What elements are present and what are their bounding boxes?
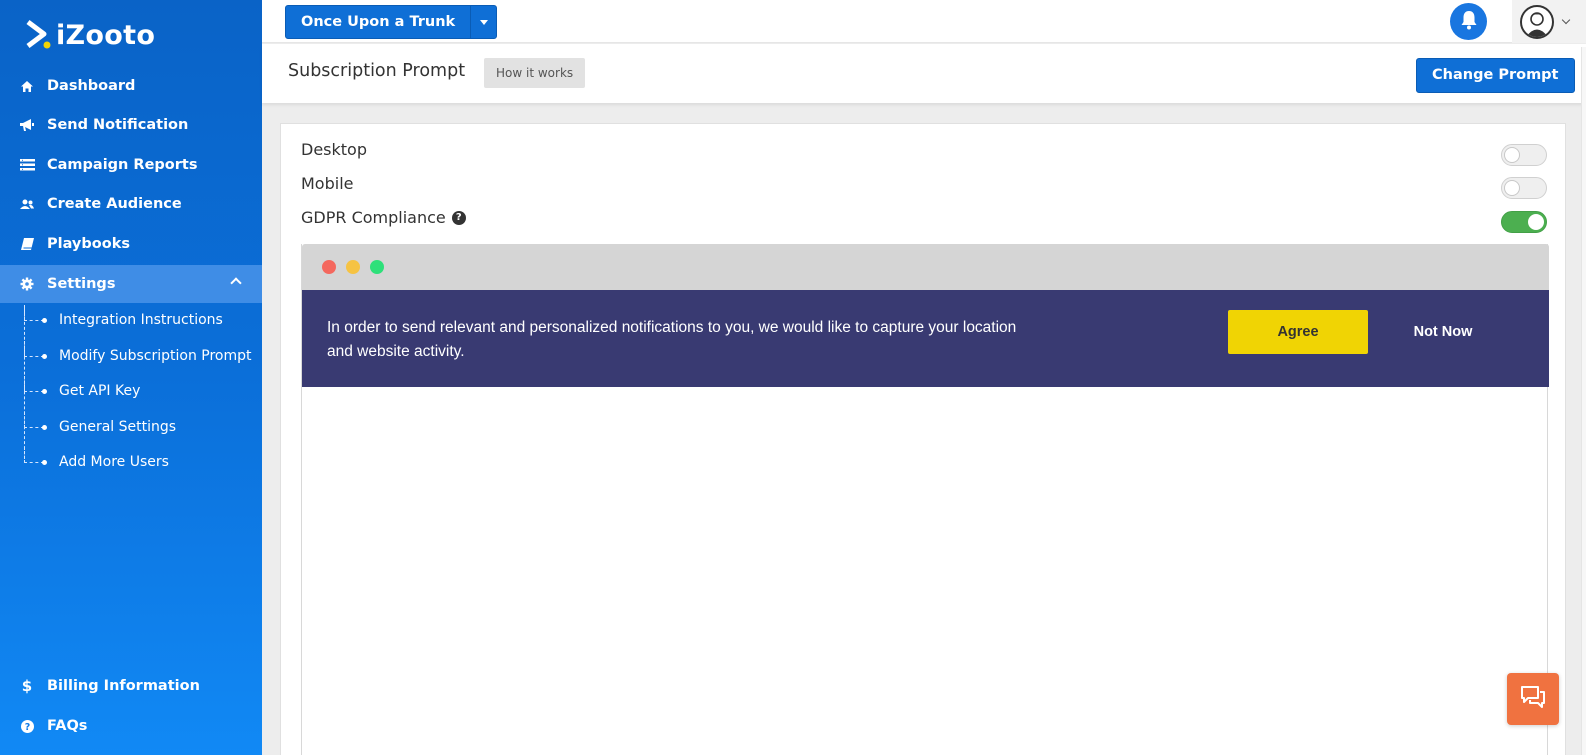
submenu-item-add-more-users[interactable]: Add More Users: [24, 447, 169, 477]
prompt-preview: In order to send relevant and personaliz…: [301, 244, 1549, 755]
avatar[interactable]: [1520, 4, 1554, 39]
sidebar-item-settings[interactable]: Settings: [0, 265, 262, 303]
question-icon: ?: [19, 718, 35, 734]
change-prompt-button[interactable]: Change Prompt: [1416, 58, 1575, 93]
desktop-label: Desktop: [301, 140, 367, 159]
sidebar: iZooto Dashboard Send Notification Campa…: [0, 0, 262, 755]
gdpr-prompt-bar: In order to send relevant and personaliz…: [302, 290, 1549, 387]
toggle-knob: [1504, 147, 1520, 163]
sidebar-item-label: FAQs: [47, 718, 88, 734]
sidebar-item-label: Create Audience: [47, 196, 182, 212]
submenu-item-modify-subscription-prompt[interactable]: Modify Subscription Prompt: [24, 341, 252, 371]
submenu-item-label: Get API Key: [59, 383, 141, 399]
how-it-works-button[interactable]: How it works: [484, 58, 586, 88]
sidebar-item-create-audience[interactable]: Create Audience: [0, 185, 262, 223]
submenu-item-label: General Settings: [59, 419, 177, 435]
toggle-knob: [1504, 180, 1520, 196]
izooto-logo-icon: [26, 20, 51, 50]
site-name[interactable]: Once Upon a Trunk: [286, 6, 470, 38]
dollar-icon: $: [21, 677, 33, 695]
help-icon[interactable]: ?: [451, 210, 466, 225]
logo[interactable]: iZooto: [26, 18, 155, 52]
sidebar-item-label: Send Notification: [47, 117, 189, 133]
sidebar-item-send-notification[interactable]: Send Notification: [0, 106, 262, 144]
agree-button[interactable]: Agree: [1228, 310, 1368, 354]
minimize-dot-icon: [346, 260, 360, 274]
submenu-item-integration-instructions[interactable]: Integration Instructions: [24, 305, 223, 335]
prompt-message: In order to send relevant and personaliz…: [327, 319, 1017, 360]
not-now-button[interactable]: Not Now: [1398, 310, 1488, 354]
subscription-prompt-panel: Desktop Mobile GDPR Compliance ? In orde…: [280, 123, 1566, 755]
sidebar-item-label: Billing Information: [47, 678, 200, 694]
site-selector[interactable]: Once Upon a Trunk: [285, 5, 498, 39]
scrollbar-track[interactable]: [1581, 47, 1586, 755]
mobile-label: Mobile: [301, 174, 354, 193]
sidebar-item-campaign-reports[interactable]: Campaign Reports: [0, 146, 262, 184]
chevron-down-icon: [1561, 15, 1571, 24]
brand-name: iZooto: [56, 19, 156, 51]
toggle-knob: [1528, 214, 1544, 230]
sidebar-item-playbooks[interactable]: Playbooks: [0, 225, 262, 263]
users-icon: [19, 196, 35, 212]
user-menu[interactable]: [1512, 0, 1586, 43]
chevron-up-icon: [230, 277, 242, 289]
submenu-item-label: Integration Instructions: [59, 312, 223, 328]
submenu-item-get-api-key[interactable]: Get API Key: [24, 376, 140, 406]
gdpr-row: GDPR Compliance ?: [301, 208, 466, 227]
desktop-toggle[interactable]: [1501, 144, 1547, 166]
submenu-item-label: Modify Subscription Prompt: [59, 348, 252, 364]
maximize-dot-icon: [370, 260, 384, 274]
megaphone-icon: [19, 117, 35, 133]
svg-text:?: ?: [24, 722, 30, 733]
home-icon: [19, 78, 35, 94]
bell-icon: [1460, 10, 1478, 34]
submenu-item-label: Add More Users: [59, 454, 169, 470]
sidebar-item-faqs[interactable]: ? FAQs: [0, 707, 262, 745]
notification-bell-button[interactable]: [1450, 3, 1487, 40]
caret-down-icon: [479, 19, 488, 25]
sidebar-item-label: Dashboard: [47, 78, 136, 94]
chat-icon: [1520, 685, 1546, 713]
browser-chrome: [302, 244, 1549, 290]
submenu-item-general-settings[interactable]: General Settings: [24, 412, 176, 442]
sidebar-item-dashboard[interactable]: Dashboard: [0, 67, 262, 105]
top-bar: Once Upon a Trunk: [262, 0, 1586, 43]
book-icon: [19, 236, 35, 252]
sidebar-item-label: Campaign Reports: [47, 157, 198, 173]
page-title: Subscription Prompt: [288, 61, 466, 81]
sidebar-item-billing-information[interactable]: $ Billing Information: [0, 667, 262, 705]
chat-button[interactable]: [1507, 673, 1559, 725]
close-dot-icon: [322, 260, 336, 274]
list-icon: [19, 157, 35, 173]
sidebar-item-label: Playbooks: [47, 236, 130, 252]
sidebar-item-label: Settings: [47, 276, 116, 292]
mobile-toggle[interactable]: [1501, 177, 1547, 199]
site-dropdown-toggle[interactable]: [470, 6, 496, 38]
gdpr-toggle[interactable]: [1501, 211, 1547, 233]
gear-icon: [19, 276, 35, 292]
gdpr-label: GDPR Compliance: [301, 208, 446, 227]
page-header: Subscription Prompt How it works Change …: [262, 44, 1586, 103]
